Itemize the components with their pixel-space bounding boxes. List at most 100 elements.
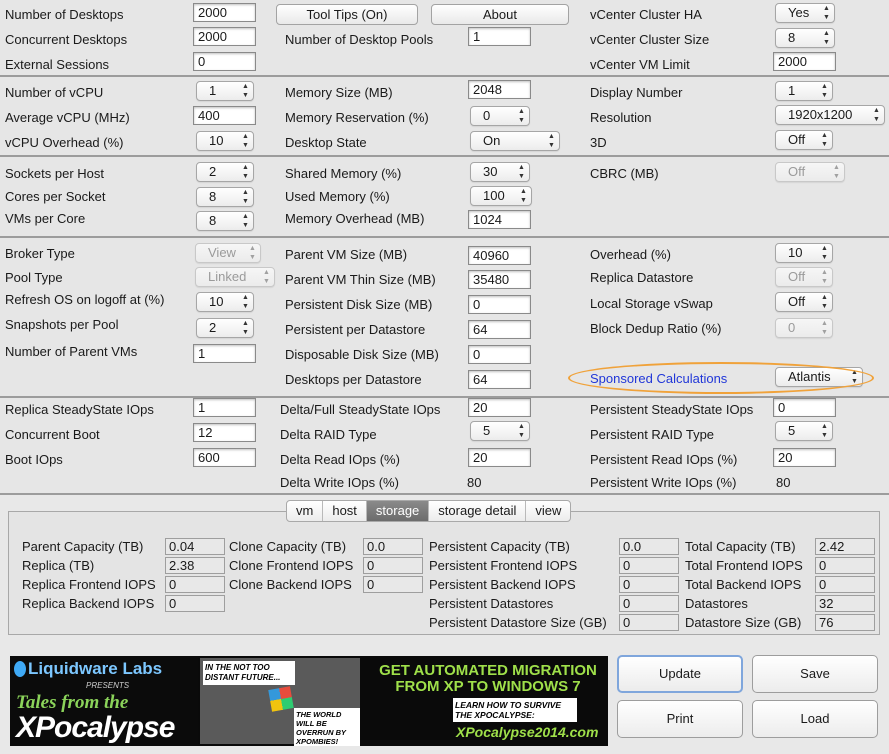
- tool-tips-button[interactable]: Tool Tips (On): [276, 4, 418, 25]
- tab-view[interactable]: view: [526, 501, 570, 521]
- vcpu-overhead-select[interactable]: 10 ▲ ▼: [196, 131, 254, 151]
- xpocalypse-banner[interactable]: Liquidware Labs PRESENTS Tales from the …: [10, 656, 608, 746]
- delta-raid-type-select[interactable]: 5 ▲ ▼: [470, 421, 530, 441]
- replica-steadystate-iops-input[interactable]: 1: [193, 398, 256, 417]
- delta-read-iops-input[interactable]: 20: [468, 448, 531, 467]
- persistent-read-iops-input[interactable]: 20: [773, 448, 836, 467]
- display-number-label: Display Number: [590, 85, 683, 100]
- number-of-parent-vms-input[interactable]: 1: [193, 344, 256, 363]
- vcenter-cluster-ha-select[interactable]: Yes ▲ ▼: [775, 3, 835, 23]
- overhead-select[interactable]: 10 ▲ ▼: [775, 243, 833, 263]
- load-button[interactable]: Load: [752, 700, 878, 738]
- update-button[interactable]: Update: [617, 655, 743, 693]
- 3d-label: 3D: [590, 135, 607, 150]
- clone-backend-iops-label: Clone Backend IOPS: [229, 577, 352, 592]
- stepper-icon: ▲ ▼: [821, 83, 828, 99]
- persistent-read-iops-label: Persistent Read IOps (%): [590, 452, 738, 467]
- vcenter-cluster-size-select[interactable]: 8 ▲ ▼: [775, 28, 835, 48]
- 3d-select[interactable]: Off ▲ ▼: [775, 130, 833, 150]
- snapshots-per-pool-select[interactable]: 2 ▲ ▼: [196, 318, 254, 338]
- number-of-vcpu-select[interactable]: 1 ▲ ▼: [196, 81, 254, 101]
- tab-storage-detail[interactable]: storage detail: [429, 501, 527, 521]
- replica-tb-value: 2.38: [165, 557, 225, 574]
- sponsored-calculations-link[interactable]: Sponsored Calculations: [590, 371, 727, 387]
- used-memory-select[interactable]: 100 ▲ ▼: [470, 186, 532, 206]
- parent-vm-size-input[interactable]: 40960: [468, 246, 531, 265]
- cores-per-socket-label: Cores per Socket: [5, 189, 106, 204]
- memory-overhead-input[interactable]: 1024: [468, 210, 531, 229]
- delta-steadystate-iops-input[interactable]: 20: [468, 398, 531, 417]
- section-general: Number of Desktops 2000 Concurrent Deskt…: [0, 0, 889, 77]
- memory-reservation-select[interactable]: 0 ▲ ▼: [470, 106, 530, 126]
- stepper-icon: ▲ ▼: [851, 369, 858, 385]
- broker-type-select[interactable]: View ▲ ▼: [195, 243, 261, 263]
- tab-storage[interactable]: storage: [366, 501, 430, 521]
- persistent-write-iops-label: Persistent Write IOps (%): [590, 475, 737, 490]
- delta-raid-type-label: Delta RAID Type: [280, 427, 377, 442]
- desktops-per-datastore-input[interactable]: 64: [468, 370, 531, 389]
- concurrent-boot-label: Concurrent Boot: [5, 427, 100, 442]
- desktop-state-select[interactable]: On ▲ ▼: [470, 131, 560, 151]
- persistent-datastores-label: Persistent Datastores: [429, 596, 554, 611]
- sockets-per-host-select[interactable]: 2 ▲ ▼: [196, 162, 254, 182]
- block-dedup-ratio-select[interactable]: 0 ▲ ▼: [775, 318, 833, 338]
- persistent-disk-size-label: Persistent Disk Size (MB): [285, 297, 433, 312]
- total-capacity-label: Total Capacity (TB): [685, 539, 796, 554]
- concurrent-desktops-input[interactable]: 2000: [193, 27, 256, 46]
- refresh-os-select[interactable]: 10 ▲ ▼: [196, 292, 254, 312]
- stepper-icon: ▲ ▼: [242, 213, 249, 229]
- vms-per-core-label: VMs per Core: [5, 211, 86, 226]
- concurrent-boot-input[interactable]: 12: [193, 423, 256, 442]
- memory-size-input[interactable]: 2048: [468, 80, 531, 99]
- replica-datastore-select[interactable]: Off ▲ ▼: [775, 267, 833, 287]
- memory-size-label: Memory Size (MB): [285, 85, 393, 100]
- sponsored-calculations-select[interactable]: Atlantis ▲ ▼: [775, 367, 863, 387]
- parent-vm-size-label: Parent VM Size (MB): [285, 247, 408, 262]
- stepper-icon: ▲ ▼: [548, 133, 555, 149]
- boot-iops-input[interactable]: 600: [193, 448, 256, 467]
- number-of-parent-vms-label: Number of Parent VMs: [5, 344, 138, 359]
- stepper-icon: ▲ ▼: [263, 269, 270, 285]
- local-storage-vswap-select[interactable]: Off ▲ ▼: [775, 292, 833, 312]
- shared-memory-select[interactable]: 30 ▲ ▼: [470, 162, 530, 182]
- pool-type-select[interactable]: Linked ▲ ▼: [195, 267, 275, 287]
- tab-host[interactable]: host: [323, 501, 367, 521]
- about-button[interactable]: About: [431, 4, 569, 25]
- average-vcpu-label: Average vCPU (MHz): [5, 110, 130, 125]
- persistent-datastore-size-value: 0: [619, 614, 679, 631]
- disposable-disk-size-input[interactable]: 0: [468, 345, 531, 364]
- tab-vm[interactable]: vm: [287, 501, 324, 521]
- number-of-desktops-input[interactable]: 2000: [193, 3, 256, 22]
- delta-write-iops-label: Delta Write IOps (%): [280, 475, 399, 490]
- total-frontend-iops-label: Total Frontend IOPS: [685, 558, 803, 573]
- vcenter-cluster-ha-label: vCenter Cluster HA: [590, 7, 702, 22]
- desktops-per-datastore-label: Desktops per Datastore: [285, 372, 422, 387]
- persistent-per-datastore-input[interactable]: 64: [468, 320, 531, 339]
- vms-per-core-select[interactable]: 8 ▲ ▼: [196, 211, 254, 231]
- vcenter-vm-limit-input[interactable]: 2000: [773, 52, 836, 71]
- display-number-select[interactable]: 1 ▲ ▼: [775, 81, 833, 101]
- resolution-select[interactable]: 1920x1200 ▲ ▼: [775, 105, 885, 125]
- broker-type-label: Broker Type: [5, 246, 75, 261]
- print-button[interactable]: Print: [617, 700, 743, 738]
- external-sessions-input[interactable]: 0: [193, 52, 256, 71]
- persistent-steadystate-iops-input[interactable]: 0: [773, 398, 836, 417]
- stepper-icon: ▲ ▼: [249, 245, 256, 261]
- stepper-icon: ▲ ▼: [242, 189, 249, 205]
- desktop-state-label: Desktop State: [285, 135, 367, 150]
- cores-per-socket-select[interactable]: 8 ▲ ▼: [196, 187, 254, 207]
- cbrc-select[interactable]: Off ▲ ▼: [775, 162, 845, 182]
- clone-frontend-iops-label: Clone Frontend IOPS: [229, 558, 354, 573]
- persistent-raid-type-select[interactable]: 5 ▲ ▼: [775, 421, 833, 441]
- average-vcpu-input[interactable]: 400: [193, 106, 256, 125]
- save-button[interactable]: Save: [752, 655, 878, 693]
- stepper-icon: ▲ ▼: [821, 423, 828, 439]
- section-iops: Replica SteadyState IOps 1 Concurrent Bo…: [0, 398, 889, 495]
- memory-overhead-label: Memory Overhead (MB): [285, 211, 425, 226]
- number-of-desktop-pools-input[interactable]: 1: [468, 27, 531, 46]
- total-capacity-value: 2.42: [815, 538, 875, 555]
- section-host: Sockets per Host 2 ▲ ▼ Cores per Socket 8 ▲…: [0, 157, 889, 238]
- persistent-disk-size-input[interactable]: 0: [468, 295, 531, 314]
- parent-vm-thin-size-input[interactable]: 35480: [468, 270, 531, 289]
- persistent-datastores-value: 0: [619, 595, 679, 612]
